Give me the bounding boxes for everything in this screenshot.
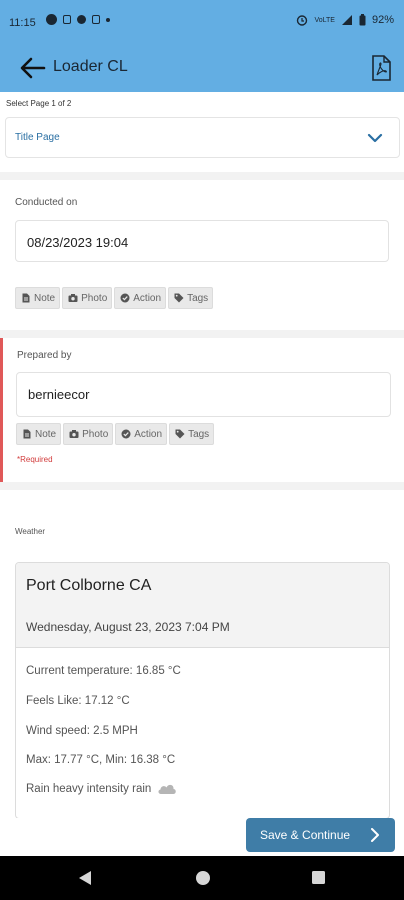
note-label: Note <box>35 428 57 440</box>
battery-percent: 92% <box>371 14 394 26</box>
chevron-right-icon <box>371 828 379 842</box>
app-notification-icon <box>63 15 71 24</box>
app-notification-icon <box>77 15 86 24</box>
system-navigation-bar <box>0 856 404 900</box>
weather-temperature: Current temperature: 16.85 °C <box>26 665 181 677</box>
page-title: Loader CL <box>53 58 128 75</box>
battery-icon <box>359 14 366 26</box>
weather-condition: Rain heavy intensity rain <box>26 783 152 796</box>
photo-button[interactable]: Photo <box>62 287 113 309</box>
status-bar: 11:15 VoLTE 92% <box>0 0 404 44</box>
pdf-icon[interactable] <box>370 55 392 81</box>
weather-condition-line: Rain heavy intensity rain <box>26 783 177 795</box>
note-icon <box>23 429 31 439</box>
back-nav-icon[interactable] <box>78 870 92 886</box>
tags-label: Tags <box>187 292 209 304</box>
photo-label: Photo <box>82 428 109 440</box>
conducted-date-value: 08/23/2023 19:04 <box>27 235 129 250</box>
check-circle-icon <box>120 293 130 303</box>
messenger-icon <box>46 14 57 25</box>
camera-icon <box>68 294 78 302</box>
form-content[interactable]: Select Page 1 of 2 Title Page Conducted … <box>0 92 404 818</box>
weather-card: Port Colborne CA Wednesday, August 23, 2… <box>15 562 390 818</box>
footer-bar: Save & Continue <box>0 818 404 856</box>
save-continue-button[interactable]: Save & Continue <box>246 818 395 852</box>
photo-label: Photo <box>81 292 108 304</box>
network-type: VoLTE <box>314 16 335 24</box>
note-button[interactable]: Note <box>16 423 62 445</box>
tags-label: Tags <box>188 428 210 440</box>
notification-icons <box>46 14 110 25</box>
weather-maxmin: Max: 17.77 °C, Min: 16.38 °C <box>26 754 176 766</box>
tag-icon <box>174 293 184 303</box>
alarm-icon <box>297 15 308 26</box>
tags-button[interactable]: Tags <box>168 287 214 309</box>
section-divider <box>0 482 404 490</box>
save-continue-label: Save & Continue <box>260 828 351 842</box>
weather-city: Port Colborne CA <box>26 577 152 594</box>
action-button[interactable]: Action <box>115 423 168 445</box>
app-bar: Loader CL <box>0 44 404 92</box>
page-select-dropdown[interactable]: Title Page <box>5 117 400 158</box>
prepared-by-field[interactable]: bernieecor <box>16 372 391 417</box>
required-text: *Required <box>17 455 53 464</box>
cloud-icon <box>157 784 176 794</box>
note-icon <box>22 293 30 303</box>
section-divider <box>0 172 404 180</box>
page-select-value: Title Page <box>15 132 60 143</box>
prepared-actions: Note Photo Action Tags <box>16 423 215 445</box>
prepared-label: Prepared by <box>17 350 72 361</box>
page-select-label: Select Page 1 of 2 <box>6 99 72 108</box>
conducted-date-field[interactable]: 08/23/2023 19:04 <box>15 220 389 262</box>
arrow-left-icon[interactable] <box>18 54 48 82</box>
action-button[interactable]: Action <box>114 287 167 309</box>
weather-feels-like: Feels Like: 17.12 °C <box>26 695 130 707</box>
conducted-label: Conducted on <box>15 197 78 208</box>
action-label: Action <box>133 292 162 304</box>
camera-icon <box>69 430 79 438</box>
weather-card-header: Port Colborne CA Wednesday, August 23, 2… <box>16 563 389 648</box>
tag-icon <box>175 429 185 439</box>
recents-nav-icon[interactable] <box>311 870 326 885</box>
note-button[interactable]: Note <box>15 287 61 309</box>
conducted-section: Conducted on 08/23/2023 19:04 Note Photo… <box>0 180 404 330</box>
prepared-by-value: bernieecor <box>28 387 90 402</box>
app-notification-icon <box>92 15 100 24</box>
chevron-down-icon <box>367 133 383 143</box>
home-nav-icon[interactable] <box>195 870 211 886</box>
weather-label: Weather <box>15 527 46 536</box>
action-label: Action <box>134 428 163 440</box>
weather-details: Current temperature: 16.85 °C Feels Like… <box>16 648 389 818</box>
note-label: Note <box>34 292 56 304</box>
weather-wind: Wind speed: 2.5 MPH <box>26 725 138 737</box>
conducted-actions: Note Photo Action Tags <box>15 287 214 309</box>
signal-icon <box>341 15 352 25</box>
more-notifications-icon <box>106 17 110 22</box>
tags-button[interactable]: Tags <box>169 423 215 445</box>
status-time: 11:15 <box>9 17 36 29</box>
weather-section: Weather Port Colborne CA Wednesday, Augu… <box>0 490 404 818</box>
prepared-section: Prepared by bernieecor Note Photo Action… <box>0 338 404 482</box>
photo-button[interactable]: Photo <box>63 423 114 445</box>
check-circle-icon <box>121 429 131 439</box>
section-divider <box>0 330 404 338</box>
weather-datetime: Wednesday, August 23, 2023 7:04 PM <box>26 620 230 634</box>
